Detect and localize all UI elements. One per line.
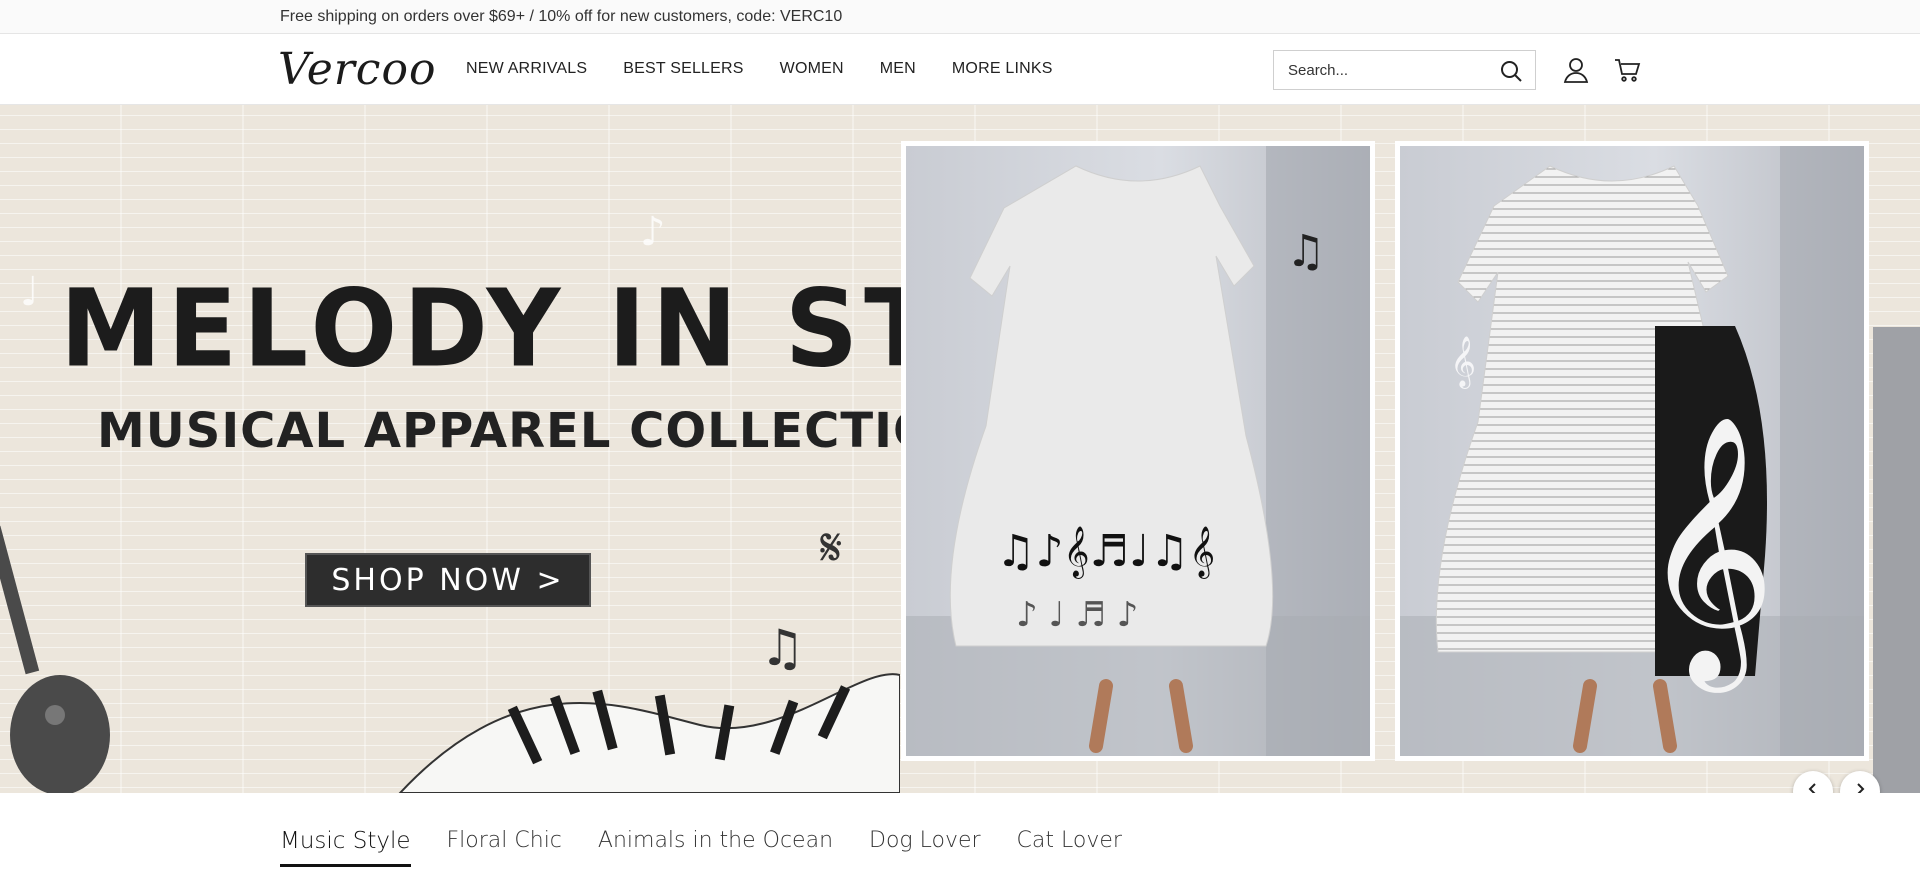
tab-dog-lover[interactable]: Dog Lover xyxy=(869,828,981,867)
piano-keys-illustration xyxy=(398,673,900,793)
next-slide-preview xyxy=(1873,327,1920,793)
svg-text:𝄞: 𝄞 xyxy=(1640,414,1776,693)
main-nav: NEW ARRIVALS BEST SELLERS WOMEN MEN MORE… xyxy=(466,60,1089,78)
tab-cat-lover[interactable]: Cat Lover xyxy=(1017,828,1122,867)
svg-text:𝄞: 𝄞 xyxy=(1450,336,1476,389)
hero-banner[interactable]: 𝄋 ♫ ♪ ♩ MELODY IN STYLE MUSICAL APPAREL … xyxy=(0,105,1920,793)
svg-text:𝄋: 𝄋 xyxy=(820,518,842,578)
svg-text:♪: ♪ xyxy=(640,209,666,255)
cart-icon[interactable] xyxy=(1613,56,1641,84)
guitar-illustration xyxy=(0,525,110,793)
nav-new-arrivals[interactable]: NEW ARRIVALS xyxy=(466,60,587,78)
announcement-text: Free shipping on orders over $69+ / 10% … xyxy=(280,8,843,25)
tab-music-style[interactable]: Music Style xyxy=(280,828,411,867)
nav-best-sellers[interactable]: BEST SELLERS xyxy=(623,60,743,78)
tab-animals-in-the-ocean[interactable]: Animals in the Ocean xyxy=(598,828,833,867)
product-photo-music-dress[interactable]: ♫♪𝄞♬♩♫𝄞 ♪ ♩ ♬ ♪ ♫ xyxy=(901,141,1375,761)
tab-floral-chic[interactable]: Floral Chic xyxy=(447,828,562,867)
svg-text:♫: ♫ xyxy=(1286,226,1325,277)
svg-text:♫: ♫ xyxy=(760,619,805,677)
announcement-bar: Free shipping on orders over $69+ / 10% … xyxy=(0,0,1920,34)
nav-men[interactable]: MEN xyxy=(880,60,916,78)
shop-now-button[interactable]: SHOP NOW > xyxy=(305,553,591,607)
nav-women[interactable]: WOMEN xyxy=(780,60,844,78)
svg-text:♫♪𝄞♬♩♫𝄞: ♫♪𝄞♬♩♫𝄞 xyxy=(996,526,1215,579)
svg-text:♩: ♩ xyxy=(20,269,39,315)
search-icon[interactable] xyxy=(1499,59,1523,83)
nav-more-links[interactable]: MORE LINKS xyxy=(952,60,1053,78)
search-box xyxy=(1273,50,1536,90)
search-input[interactable] xyxy=(1274,51,1494,89)
category-tabs: Music Style Floral Chic Animals in the O… xyxy=(280,828,1158,867)
site-logo[interactable]: Vercoo xyxy=(278,44,436,95)
product-photo-treble-clef-dress[interactable]: 𝄞 𝄞 xyxy=(1395,141,1869,761)
account-icon[interactable] xyxy=(1562,56,1590,84)
chevron-right-icon xyxy=(1853,782,1867,793)
svg-text:♪ ♩ ♬ ♪: ♪ ♩ ♬ ♪ xyxy=(1016,595,1138,635)
chevron-left-icon xyxy=(1806,782,1820,793)
hero-subheadline: MUSICAL APPAREL COLLECTION xyxy=(97,403,976,459)
site-header: Vercoo NEW ARRIVALS BEST SELLERS WOMEN M… xyxy=(0,34,1920,105)
